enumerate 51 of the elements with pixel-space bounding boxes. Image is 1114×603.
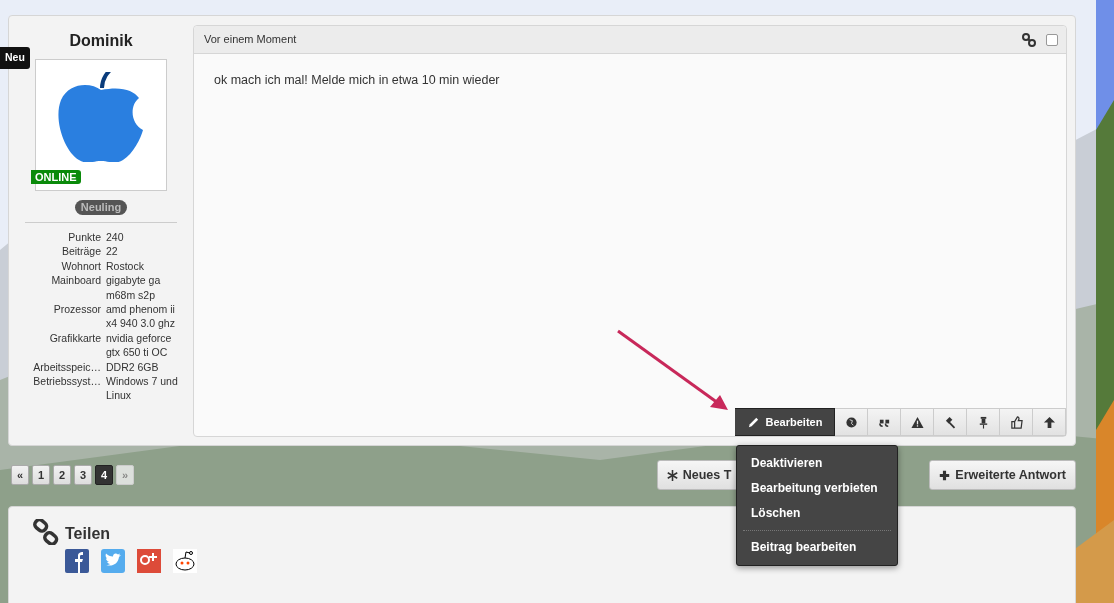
asterisk-icon <box>666 469 678 481</box>
field-label: Betriebssyst… <box>32 374 101 390</box>
rank-badge: Neuling <box>74 200 128 215</box>
warning-icon <box>910 415 924 429</box>
pin-button[interactable] <box>967 408 1000 436</box>
hammer-button[interactable] <box>934 408 967 436</box>
user-name[interactable]: Dominik <box>69 29 133 53</box>
quote-button[interactable] <box>868 408 901 436</box>
menu-item[interactable]: Beitrag bearbeiten <box>737 535 897 560</box>
field-label: Arbeitsspeic… <box>32 359 101 375</box>
page-button[interactable]: 1 <box>32 465 50 485</box>
google-plus-icon[interactable] <box>137 549 161 573</box>
menu-item[interactable]: Löschen <box>737 501 897 526</box>
field-label: Beiträge <box>60 244 101 259</box>
field-value: 22 <box>106 244 119 259</box>
field-value: nvidia geforce gtx 650 ti OC <box>106 330 173 360</box>
link-icon <box>33 519 59 545</box>
globe-icon <box>844 415 858 429</box>
new-badge: Neu <box>0 47 30 69</box>
edit-button[interactable]: Bearbeiten <box>735 408 835 436</box>
field-value: Rostock <box>106 258 145 274</box>
field-value: DDR2 6GB <box>106 359 160 375</box>
hammer-icon <box>943 415 957 429</box>
field-label: Mainboard <box>50 273 101 289</box>
field-label: Punkte <box>67 230 101 245</box>
field-label: Grafikkarte <box>48 330 101 346</box>
field-value: Windows 7 und Linux <box>106 374 179 403</box>
post-time: Vor einem Moment <box>204 32 297 48</box>
facebook-icon[interactable] <box>65 549 89 573</box>
field-label: Prozessor <box>52 302 101 318</box>
online-badge: ONLINE <box>31 170 81 184</box>
plus-icon <box>939 469 951 481</box>
page-button[interactable]: « <box>11 465 29 485</box>
thumbs-up-icon <box>1009 415 1023 429</box>
arrow-up-icon <box>1042 415 1056 429</box>
globe-button[interactable] <box>835 408 868 436</box>
link-icon[interactable] <box>1022 32 1036 47</box>
pencil-icon <box>746 415 760 429</box>
field-label: Wohnort <box>60 258 101 274</box>
share-heading: Teilen <box>65 524 112 544</box>
alien-icon[interactable] <box>173 549 197 573</box>
arrow-up-button[interactable] <box>1033 408 1066 436</box>
warning-button[interactable] <box>901 408 934 436</box>
thumbs-up-button[interactable] <box>1000 408 1033 436</box>
reply-button[interactable]: Erweiterte Antwort <box>929 460 1076 490</box>
post-text: ok mach ich mal! Melde mich in etwa 10 min wieder <box>213 72 501 89</box>
page-button[interactable]: 3 <box>74 465 92 485</box>
page-button[interactable]: 2 <box>53 465 71 485</box>
field-value: 240 <box>106 230 125 245</box>
select-checkbox[interactable] <box>1046 33 1058 46</box>
page-button[interactable]: 4 <box>95 465 113 485</box>
